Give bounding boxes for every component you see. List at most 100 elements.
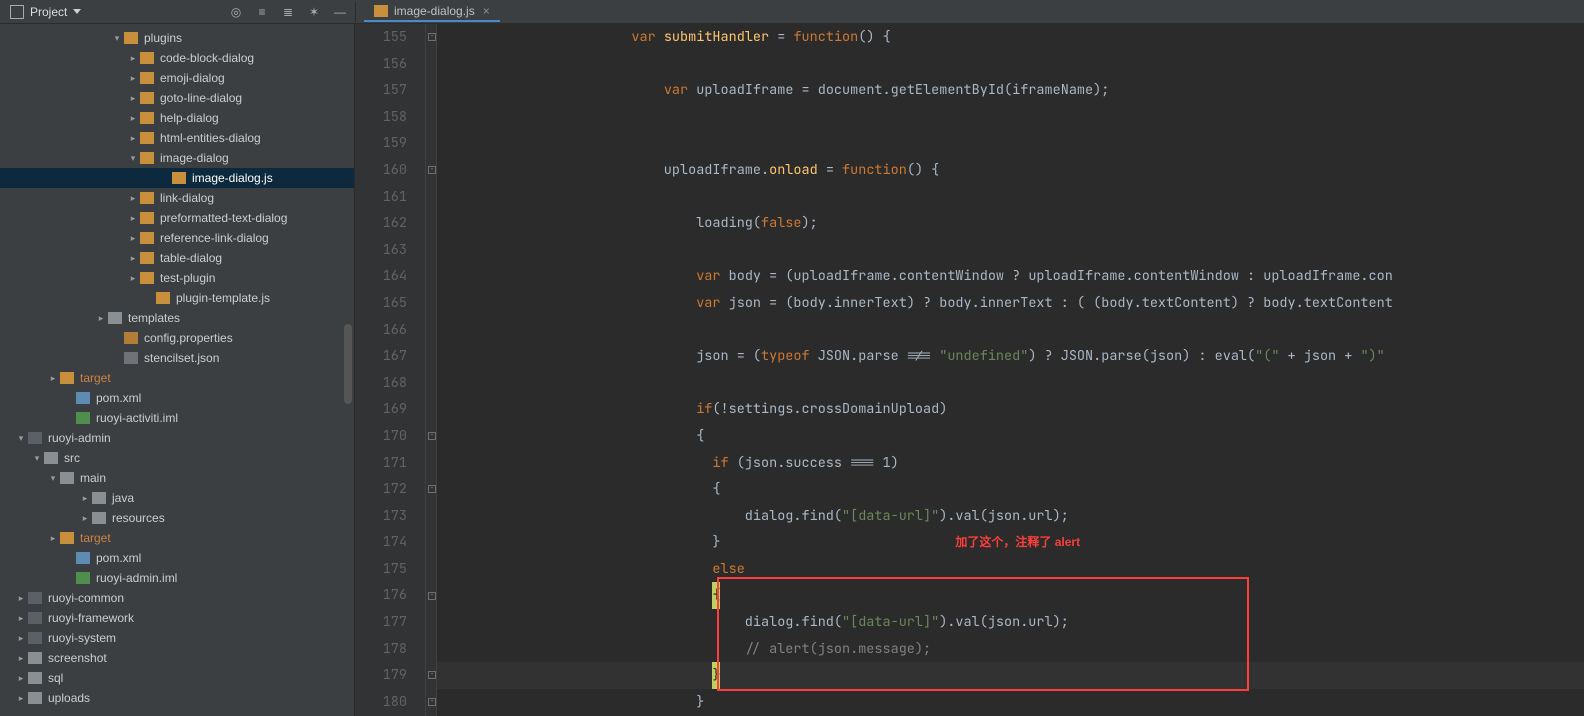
tree-item[interactable]: ▸reference-link-dialog	[0, 228, 354, 248]
target-icon[interactable]: ◎	[229, 5, 243, 19]
code-line[interactable]	[437, 104, 1584, 131]
code-line[interactable]	[437, 51, 1584, 78]
project-tool-header[interactable]: Project ◎ ≡ ≣ ✶ —	[0, 5, 355, 19]
folder-icon	[140, 92, 154, 104]
tree-item[interactable]: ▸goto-line-dialog	[0, 88, 354, 108]
code-line[interactable]: }	[437, 689, 1584, 716]
fold-toggle-icon[interactable]: -	[428, 166, 436, 174]
chevron-right-icon: ▸	[16, 653, 26, 664]
code-line[interactable]	[437, 317, 1584, 344]
tree-item[interactable]: ▾src	[0, 448, 354, 468]
tree-item[interactable]: ruoyi-activiti.iml	[0, 408, 354, 428]
hide-icon[interactable]: —	[333, 5, 347, 19]
tree-item[interactable]: stencilset.json	[0, 348, 354, 368]
chevron-right-icon: ▸	[128, 73, 138, 84]
tree-item[interactable]: ▾plugins	[0, 28, 354, 48]
tree-item[interactable]: ▸resources	[0, 508, 354, 528]
file-icon	[124, 352, 138, 364]
folder-icon	[28, 692, 42, 704]
code-line[interactable]	[437, 237, 1584, 264]
tree-label: pom.xml	[96, 391, 141, 405]
fold-toggle-icon[interactable]: -	[428, 33, 436, 41]
tree-item[interactable]: ▾main	[0, 468, 354, 488]
code-line[interactable]: json = (typeof JSON.parse !== "undefined…	[437, 343, 1584, 370]
project-tree-panel[interactable]: ▾plugins▸code-block-dialog▸emoji-dialog▸…	[0, 24, 355, 716]
code-line[interactable]: dialog.find("[data-url]").val(json.url);	[437, 609, 1584, 636]
code-line[interactable]	[437, 130, 1584, 157]
code-area[interactable]: var submitHandler = function() { var upl…	[437, 24, 1584, 716]
chevron-down-icon: ▾	[112, 33, 122, 44]
code-line[interactable]: loading(false);	[437, 210, 1584, 237]
line-number: 162	[355, 210, 407, 237]
fold-toggle-icon[interactable]: -	[428, 432, 436, 440]
tree-item[interactable]: ▸uploads	[0, 688, 354, 708]
code-line[interactable]: dialog.find("[data-url]").val(json.url);	[437, 503, 1584, 530]
line-number: 171	[355, 450, 407, 477]
line-number: 166	[355, 317, 407, 344]
code-line[interactable]: if(!settings.crossDomainUpload)	[437, 396, 1584, 423]
code-line[interactable]	[437, 370, 1584, 397]
tree-item[interactable]: pom.xml	[0, 388, 354, 408]
line-number: 175	[355, 556, 407, 583]
tree-item[interactable]: ▸help-dialog	[0, 108, 354, 128]
tree-item[interactable]: ▾ruoyi-admin	[0, 428, 354, 448]
expand-icon[interactable]: ≡	[255, 5, 269, 19]
tree-item[interactable]: plugin-template.js	[0, 288, 354, 308]
tree-item[interactable]: ▸ruoyi-system	[0, 628, 354, 648]
code-line[interactable]: {	[437, 582, 1584, 609]
tree-item[interactable]: ruoyi-admin.iml	[0, 568, 354, 588]
code-line[interactable]: if (json.success === 1)	[437, 450, 1584, 477]
tree-item[interactable]: ▸link-dialog	[0, 188, 354, 208]
code-line[interactable]: var body = (uploadIframe.contentWindow ?…	[437, 263, 1584, 290]
tree-item[interactable]: ▸table-dialog	[0, 248, 354, 268]
code-line[interactable]: // alert(json.message);	[437, 636, 1584, 663]
code-line[interactable]: {	[437, 423, 1584, 450]
file-tab-active[interactable]: image-dialog.js ×	[364, 2, 500, 22]
close-icon[interactable]: ×	[483, 4, 490, 18]
code-line[interactable]: else	[437, 556, 1584, 583]
tree-item[interactable]: ▸html-entities-dialog	[0, 128, 354, 148]
tree-item[interactable]: ▸code-block-dialog	[0, 48, 354, 68]
tree-item[interactable]: ▸java	[0, 488, 354, 508]
tree-label: target	[80, 531, 111, 545]
fold-toggle-icon[interactable]: -	[428, 592, 436, 600]
code-line[interactable]: var json = (body.innerText) ? body.inner…	[437, 290, 1584, 317]
tree-item[interactable]: ▸sql	[0, 668, 354, 688]
tree-item[interactable]: ▾image-dialog	[0, 148, 354, 168]
code-line[interactable]: {	[437, 476, 1584, 503]
code-line[interactable]: uploadIframe.onload = function() {	[437, 157, 1584, 184]
tree-item[interactable]: ▸emoji-dialog	[0, 68, 354, 88]
chevron-right-icon: ▸	[80, 493, 90, 504]
folder-icon	[140, 212, 154, 224]
collapse-icon[interactable]: ≣	[281, 5, 295, 19]
code-editor[interactable]: 1551561571581591601611621631641651661671…	[355, 24, 1584, 716]
code-line[interactable]	[437, 184, 1584, 211]
tree-item[interactable]: image-dialog.js	[0, 168, 354, 188]
fold-toggle-icon[interactable]: -	[428, 698, 436, 706]
tree-item[interactable]: ▸target	[0, 368, 354, 388]
code-line[interactable]: var submitHandler = function() {	[437, 24, 1584, 51]
chevron-right-icon: ▸	[80, 513, 90, 524]
chevron-down-icon: ▾	[16, 433, 26, 444]
tree-item[interactable]: config.properties	[0, 328, 354, 348]
chevron-right-icon: ▸	[96, 313, 106, 324]
tree-item[interactable]: pom.xml	[0, 548, 354, 568]
tree-label: ruoyi-common	[48, 591, 124, 605]
tree-item[interactable]: ▸templates	[0, 308, 354, 328]
tree-label: uploads	[48, 691, 90, 705]
fold-toggle-icon[interactable]: -	[428, 671, 436, 679]
fold-column[interactable]: - - - - - - -	[425, 24, 437, 716]
tree-item[interactable]: ▸test-plugin	[0, 268, 354, 288]
code-line[interactable]: var uploadIframe = document.getElementBy…	[437, 77, 1584, 104]
tree-item[interactable]: ▸target	[0, 528, 354, 548]
code-line[interactable]: } 加了这个，注释了 alert	[437, 529, 1584, 556]
code-line[interactable]: }	[437, 662, 1584, 689]
tree-label: ruoyi-system	[48, 631, 116, 645]
tree-item[interactable]: ▸screenshot	[0, 648, 354, 668]
tree-item[interactable]: ▸preformatted-text-dialog	[0, 208, 354, 228]
tree-item[interactable]: ▸ruoyi-common	[0, 588, 354, 608]
gear-icon[interactable]: ✶	[307, 5, 321, 19]
fold-toggle-icon[interactable]: -	[428, 485, 436, 493]
scrollbar-thumb[interactable]	[344, 324, 352, 404]
tree-item[interactable]: ▸ruoyi-framework	[0, 608, 354, 628]
